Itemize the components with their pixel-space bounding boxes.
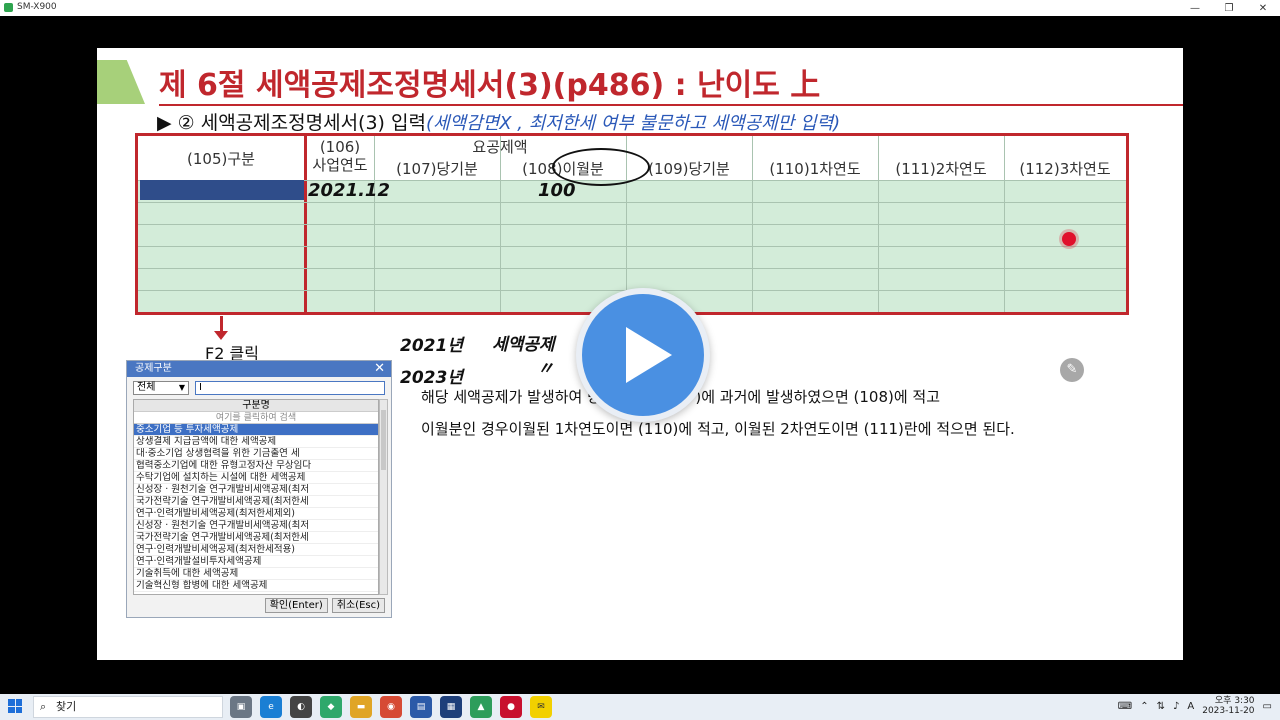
explanation-line-2: 이월분인 경우이월된 1차연도이면 (110)에 적고, 이월된 2차연도이면 … bbox=[421, 420, 1015, 438]
clock-time: 오후 3:30 bbox=[1214, 696, 1255, 706]
list-item[interactable]: 수탁기업에 설치하는 시설에 대한 세액공제 bbox=[134, 472, 378, 484]
restore-button[interactable]: ❐ bbox=[1212, 0, 1246, 16]
minimize-button[interactable]: — bbox=[1178, 0, 1212, 16]
handwritten-amount: 100 bbox=[538, 180, 576, 201]
handwritten-2023: 2023년 bbox=[400, 368, 463, 388]
network-icon[interactable]: ⇅ bbox=[1157, 701, 1165, 712]
list-item[interactable]: 연구·인력개발비세액공제(최저한세적용) bbox=[134, 544, 378, 556]
scroll-thumb[interactable] bbox=[381, 410, 386, 470]
header-105: (105)구분 bbox=[187, 150, 255, 168]
grid-row-line bbox=[138, 202, 1126, 203]
app-icon[interactable]: ◐ bbox=[290, 696, 312, 718]
app-logo-icon bbox=[4, 2, 13, 12]
header-106-label: 사업연도 bbox=[312, 156, 368, 174]
list-item[interactable]: 협력중소기업에 대한 유형고정자산 무상임다 bbox=[134, 460, 378, 472]
grid-row-line bbox=[138, 224, 1126, 225]
dialog-search-input[interactable]: I bbox=[195, 381, 385, 395]
app-title: SM-X900 bbox=[4, 2, 57, 12]
cancel-button[interactable]: 취소(Esc) bbox=[331, 598, 385, 613]
app-icon[interactable]: ▦ bbox=[440, 696, 462, 718]
list-item[interactable]: 기술혁신형 합병에 대한 세액공제 bbox=[134, 580, 378, 592]
list-item[interactable]: 중소기업 등 투자세액공제 bbox=[134, 424, 378, 436]
selected-grid-cell[interactable] bbox=[140, 180, 304, 200]
dialog-filter-select[interactable]: 전체 ▼ bbox=[133, 381, 189, 395]
dialog-list: 구분명 여기를 클릭하여 검색 중소기업 등 투자세액공제 상생결제 지급금액에… bbox=[133, 399, 379, 595]
dialog-title: 공제구분 bbox=[127, 361, 391, 377]
notification-icon[interactable]: ▭ bbox=[1263, 701, 1272, 712]
play-button[interactable] bbox=[576, 288, 710, 422]
list-item[interactable]: 연구·인력개발비세액공제(최저한세제외) bbox=[134, 508, 378, 520]
list-item[interactable]: 대·중소기업 상생협력을 위한 기금출연 세 bbox=[134, 448, 378, 460]
search-placeholder: 찾기 bbox=[56, 700, 77, 713]
task-view-icon[interactable]: ▣ bbox=[230, 696, 252, 718]
dialog-scrollbar[interactable] bbox=[379, 399, 388, 595]
deduction-type-dialog: 공제구분 ✕ 전체 ▼ I 구분명 여기를 클릭하여 검색 중소기업 등 투자세… bbox=[126, 360, 392, 618]
dialog-close-icon[interactable]: ✕ bbox=[374, 361, 385, 377]
volume-icon[interactable]: ♪ bbox=[1173, 701, 1179, 712]
credit-input-grid: 요공제액 (105)구분 (106) 사업연도 (107)당기분 (108)이월… bbox=[135, 133, 1129, 315]
handwritten-credit: 세액공제 bbox=[492, 335, 555, 355]
search-icon: ⌕ bbox=[40, 700, 47, 713]
taskbar: ⌕ 찾기 ▣ e ◐ ◆ ▬ ◉ ▤ ▦ ▲ ● ✉ ⌨ ⌃ ⇅ ♪ A 오후 … bbox=[0, 694, 1280, 720]
window-title: SM-X900 bbox=[17, 2, 57, 12]
list-item[interactable]: 상생결제 지급금액에 대한 세액공제 bbox=[134, 436, 378, 448]
app-icon[interactable]: ◆ bbox=[320, 696, 342, 718]
arrow-down-icon bbox=[214, 331, 228, 340]
header-111: (111)2차연도 bbox=[895, 160, 987, 178]
handwritten-year: 2021.12 bbox=[308, 180, 390, 201]
app-icon[interactable]: ● bbox=[500, 696, 522, 718]
dialog-filter-value: 전체 bbox=[137, 382, 156, 393]
taskbar-clock[interactable]: 오후 3:30 2023-11-20 bbox=[1202, 696, 1254, 716]
list-item[interactable]: 연구·인력개발설비투자세액공제 bbox=[134, 556, 378, 568]
pencil-icon[interactable]: ✎ bbox=[1060, 358, 1084, 382]
list-item[interactable]: 국가전략기술 연구개발비세액공제(최저한세 bbox=[134, 496, 378, 508]
file-explorer-icon[interactable]: ▬ bbox=[350, 696, 372, 718]
title-accent-shape bbox=[97, 60, 145, 104]
taskbar-search-input[interactable]: ⌕ 찾기 bbox=[33, 696, 223, 718]
header-112: (112)3차연도 bbox=[1019, 160, 1111, 178]
laser-pointer-dot bbox=[1062, 232, 1076, 246]
ime-indicator[interactable]: A bbox=[1187, 701, 1194, 712]
header-110: (110)1차연도 bbox=[769, 160, 861, 178]
app-icon[interactable]: ▲ bbox=[470, 696, 492, 718]
group-header-deductible: 요공제액 bbox=[472, 138, 528, 156]
play-icon bbox=[626, 327, 672, 383]
close-button[interactable]: ✕ bbox=[1246, 0, 1280, 16]
window-titlebar: SM-X900 — ❐ ✕ bbox=[0, 0, 1280, 16]
confirm-button[interactable]: 확인(Enter) bbox=[264, 598, 328, 613]
chevron-down-icon: ▼ bbox=[178, 383, 185, 392]
windows-start-icon[interactable] bbox=[8, 699, 22, 713]
subtitle-text: ▶ ② 세액공제조정명세서(3) 입력 bbox=[157, 112, 426, 134]
list-item[interactable]: 기술취득에 대한 세액공제 bbox=[134, 568, 378, 580]
chevron-up-icon[interactable]: ⌃ bbox=[1140, 701, 1148, 712]
handwritten-ditto: 〃 bbox=[537, 359, 554, 379]
app-icon[interactable]: ▤ bbox=[410, 696, 432, 718]
kakaotalk-icon[interactable]: ✉ bbox=[530, 696, 552, 718]
header-107: (107)당기분 bbox=[396, 160, 478, 178]
list-item[interactable]: 신성장 · 원천기술 연구개발비세액공제(최저 bbox=[134, 484, 378, 496]
subtitle-handwritten-note: (세액감면X , 최저한세 여부 불문하고 세액공제만 입력) bbox=[425, 113, 841, 134]
grid-row-line bbox=[138, 246, 1126, 247]
slide-subtitle: ▶ ② 세액공제조정명세서(3) 입력(세액감면X , 최저한세 여부 불문하고… bbox=[157, 108, 840, 135]
keyboard-icon[interactable]: ⌨ bbox=[1118, 701, 1132, 712]
clock-date: 2023-11-20 bbox=[1202, 706, 1255, 716]
chrome-icon[interactable]: ◉ bbox=[380, 696, 402, 718]
grid-row-line bbox=[138, 268, 1126, 269]
list-header: 구분명 bbox=[134, 400, 378, 412]
slide-title: 제 6절 세액공제조정명세서(3)(p486) : 난이도 上 bbox=[159, 68, 821, 103]
list-item[interactable]: 신성장 · 원천기술 연구개발비세액공제(최저 bbox=[134, 520, 378, 532]
handwritten-2021: 2021년 bbox=[400, 336, 463, 356]
edge-icon[interactable]: e bbox=[260, 696, 282, 718]
list-filter-row[interactable]: 여기를 클릭하여 검색 bbox=[134, 412, 378, 424]
list-item[interactable]: 국가전략기술 연구개발비세액공제(최저한세 bbox=[134, 532, 378, 544]
title-underline bbox=[159, 104, 1183, 106]
